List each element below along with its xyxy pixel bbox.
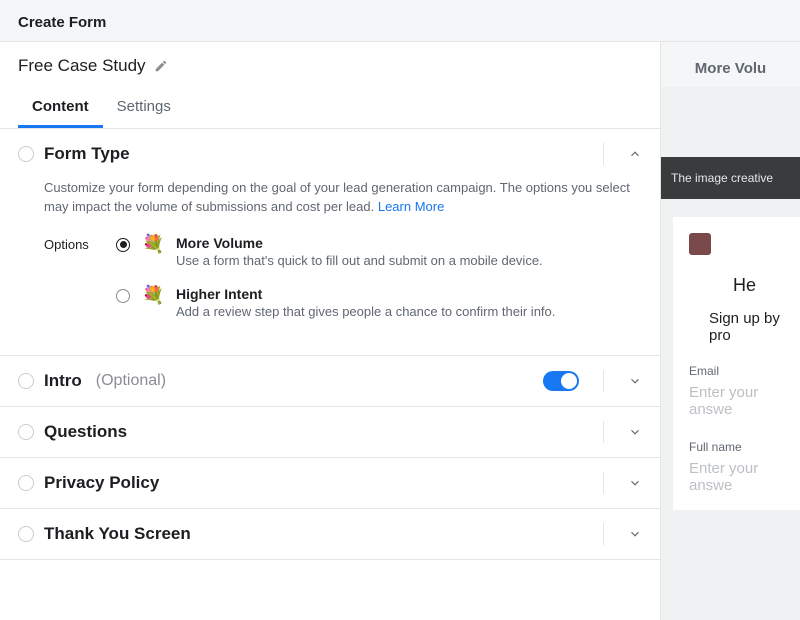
section-questions-header[interactable]: Questions: [0, 407, 660, 457]
section-thankyou-title: Thank You Screen: [44, 524, 191, 544]
chevron-down-icon[interactable]: [628, 527, 642, 541]
option-title: More Volume: [176, 235, 642, 251]
tab-content[interactable]: Content: [18, 86, 103, 128]
option-higher-intent[interactable]: 💐 Higher Intent Add a review step that g…: [116, 286, 642, 319]
section-thankyou-header[interactable]: Thank You Screen: [0, 509, 660, 559]
chevron-down-icon[interactable]: [628, 476, 642, 490]
preview-subline: Sign up by pro: [689, 304, 800, 358]
chevron-down-icon[interactable]: [628, 425, 642, 439]
option-desc: Use a form that's quick to fill out and …: [176, 253, 642, 268]
divider: [603, 472, 604, 494]
preview-pane: More Volu The image creative He Sign up …: [660, 42, 800, 620]
section-questions: Questions: [0, 407, 660, 458]
status-circle-icon: [18, 526, 34, 542]
preview-banner: The image creative: [661, 157, 800, 199]
left-pane: Free Case Study Content Settings Form Ty…: [0, 42, 660, 620]
status-circle-icon: [18, 424, 34, 440]
section-form-type-header[interactable]: Form Type: [0, 129, 660, 179]
section-intro-title: Intro: [44, 371, 82, 391]
preview-card: He Sign up by pro Email Enter your answe…: [673, 217, 800, 510]
section-intro: Intro (Optional): [0, 356, 660, 407]
chevron-down-icon[interactable]: [628, 374, 642, 388]
section-form-type: Form Type Customize your form depending …: [0, 129, 660, 356]
learn-more-link[interactable]: Learn More: [378, 199, 444, 214]
chevron-up-icon[interactable]: [628, 147, 642, 161]
status-circle-icon: [18, 475, 34, 491]
avatar: [689, 233, 711, 255]
section-thankyou: Thank You Screen: [0, 509, 660, 560]
section-form-type-title: Form Type: [44, 144, 130, 164]
section-privacy: Privacy Policy: [0, 458, 660, 509]
section-privacy-title: Privacy Policy: [44, 473, 159, 493]
field-label: Email: [689, 358, 800, 384]
divider: [603, 523, 604, 545]
optional-label: (Optional): [96, 372, 166, 390]
divider: [603, 421, 604, 443]
section-privacy-header[interactable]: Privacy Policy: [0, 458, 660, 508]
tabs: Content Settings: [0, 86, 660, 129]
divider: [603, 143, 604, 165]
status-circle-icon: [18, 146, 34, 162]
bouquet-icon: 💐: [142, 286, 164, 304]
edit-icon[interactable]: [154, 59, 168, 73]
form-name-row[interactable]: Free Case Study: [0, 42, 660, 86]
field-placeholder[interactable]: Enter your answe: [689, 460, 800, 510]
modal-title: Create Form: [0, 0, 800, 42]
intro-toggle[interactable]: [543, 371, 579, 391]
option-desc: Add a review step that gives people a ch…: [176, 304, 642, 319]
option-more-volume[interactable]: 💐 More Volume Use a form that's quick to…: [116, 235, 642, 268]
option-title: Higher Intent: [176, 286, 642, 302]
preview-mode-label[interactable]: More Volu: [661, 42, 800, 87]
form-type-help: Customize your form depending on the goa…: [44, 179, 642, 217]
divider: [603, 370, 604, 392]
tab-settings[interactable]: Settings: [103, 86, 185, 128]
radio-icon[interactable]: [116, 289, 130, 303]
options-label: Options: [44, 235, 116, 337]
bouquet-icon: 💐: [142, 235, 164, 253]
status-circle-icon: [18, 373, 34, 389]
preview-headline: He: [689, 275, 800, 296]
field-placeholder[interactable]: Enter your answe: [689, 384, 800, 434]
field-label: Full name: [689, 434, 800, 460]
form-name: Free Case Study: [18, 56, 146, 76]
section-intro-header[interactable]: Intro (Optional): [0, 356, 660, 406]
radio-icon[interactable]: [116, 238, 130, 252]
section-questions-title: Questions: [44, 422, 127, 442]
